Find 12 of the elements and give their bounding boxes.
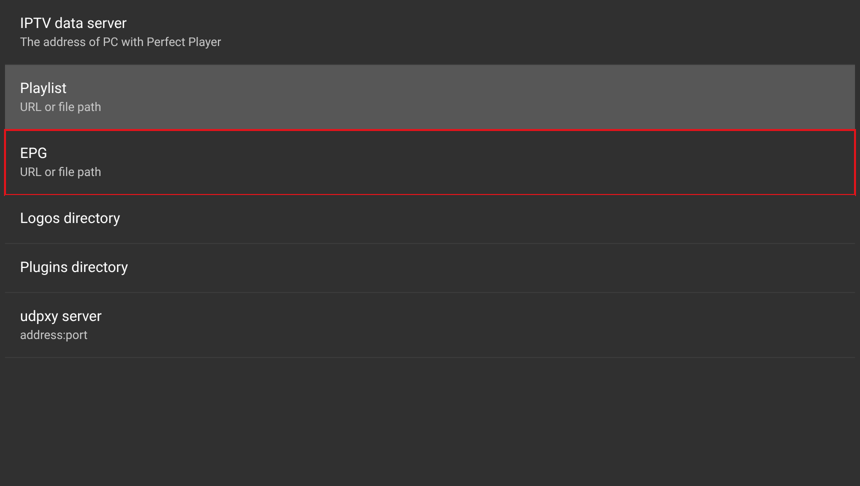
setting-title: IPTV data server	[20, 14, 127, 34]
settings-item[interactable]: Playlist URL or file path	[5, 65, 855, 130]
setting-title: EPG	[20, 144, 48, 164]
setting-title: udpxy server	[20, 306, 102, 326]
setting-subtitle: URL or file path	[20, 98, 102, 116]
setting-subtitle: address:port	[20, 326, 88, 344]
setting-subtitle: The address of PC with Perfect Player	[20, 34, 222, 50]
setting-title: Playlist	[20, 78, 67, 98]
settings-item[interactable]: EPG URL or file path	[5, 130, 855, 195]
setting-title: Plugins directory	[20, 258, 128, 278]
setting-subtitle: URL or file path	[20, 164, 102, 180]
setting-title: Logos directory	[20, 209, 120, 229]
